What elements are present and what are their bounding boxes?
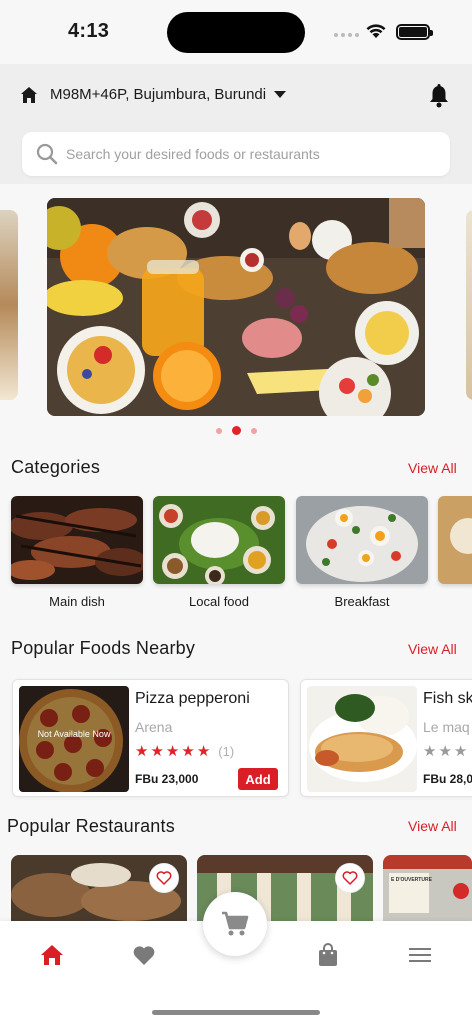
food-price: FBu 23,000 (135, 772, 199, 786)
banner-carousel[interactable] (0, 198, 472, 416)
category-image (438, 496, 472, 584)
popular-restaurants-title: Popular Restaurants (7, 816, 175, 836)
category-main-dish[interactable]: Main dish (11, 496, 143, 609)
category-image (296, 496, 428, 584)
food-price: FBu 28,00 (423, 772, 472, 786)
star-icon: ★ (438, 743, 452, 760)
category-image (153, 496, 285, 584)
category-next[interactable] (438, 496, 472, 584)
nav-menu[interactable] (406, 941, 434, 969)
dynamic-island (167, 12, 305, 53)
food-card-pizza-pepperoni[interactable]: Not Available Now Pizza pepperoni Arena … (12, 679, 289, 797)
bell-icon[interactable] (428, 84, 450, 108)
star-icon: ★ (150, 743, 164, 760)
banner-prev-image[interactable] (0, 210, 18, 400)
cart-button[interactable] (203, 892, 267, 956)
not-available-overlay: Not Available Now (19, 686, 129, 792)
category-label: Local food (189, 594, 249, 609)
star-icon: ★ (181, 743, 195, 760)
header: M98M+46P, Bujumbura, Burundi (0, 64, 472, 184)
food-image (307, 686, 417, 792)
categories-title: Categories (11, 457, 101, 477)
star-icon: ★ (423, 743, 437, 760)
carousel-dot-active[interactable] (231, 426, 241, 435)
star-icon: ★ (135, 743, 149, 760)
star-icon: ★ (196, 743, 211, 760)
popular-foods-view-all-link[interactable]: View All (408, 641, 457, 657)
cart-icon (222, 911, 249, 936)
location-text: M98M+46P, Bujumbura, Burundi (50, 86, 267, 103)
battery-icon (396, 24, 433, 40)
star-icon: ★ (453, 743, 468, 760)
categories-view-all-link[interactable]: View All (408, 460, 457, 476)
search-bar[interactable] (22, 132, 450, 176)
rating-count: (1) (218, 744, 235, 759)
category-label: Main dish (49, 594, 105, 609)
heart-icon (133, 946, 155, 965)
popular-foods-title: Popular Foods Nearby (11, 638, 196, 658)
favorite-button[interactable] (335, 863, 365, 893)
banner-image-breakfast[interactable] (47, 198, 425, 416)
status-time: 4:13 (68, 20, 110, 42)
food-image: Not Available Now (19, 686, 129, 792)
rating-stars: ★ ★ ★ (423, 744, 467, 759)
category-image (11, 496, 143, 584)
carousel-indicator (0, 426, 472, 435)
rating-stars: ★ ★ ★ ★ ★ (1) (135, 744, 234, 759)
restaurant-sign-text: E D'OUVERTURE (391, 877, 432, 883)
home-indicator (152, 1010, 320, 1015)
category-breakfast[interactable]: Breakfast (296, 496, 428, 609)
caret-down-icon (274, 91, 287, 98)
banner-next-image[interactable] (466, 210, 472, 400)
star-icon: ★ (165, 743, 180, 760)
restaurant-card[interactable]: E D'OUVERTURE (383, 855, 472, 925)
signal-icon (334, 33, 359, 37)
food-name: Pizza pepperoni (135, 690, 250, 707)
food-card-fish[interactable]: Fish sk Le maq ★ ★ ★ FBu 28,00 (300, 679, 472, 797)
add-to-cart-button[interactable]: Add (238, 768, 278, 790)
heart-outline-icon (156, 871, 172, 885)
search-input[interactable] (66, 132, 436, 176)
favorite-button[interactable] (149, 863, 179, 893)
carousel-dot[interactable] (215, 427, 222, 434)
food-restaurant: Le maq (423, 719, 470, 735)
status-bar: 4:13 (0, 0, 472, 64)
carousel-dot[interactable] (250, 427, 257, 434)
restaurant-card[interactable] (11, 855, 187, 925)
bag-icon (319, 943, 337, 966)
category-local-food[interactable]: Local food (153, 496, 285, 609)
menu-icon (409, 948, 431, 962)
nav-orders[interactable] (314, 941, 342, 969)
heart-outline-icon (342, 871, 358, 885)
nav-home[interactable] (38, 941, 66, 969)
food-name: Fish sk (423, 690, 472, 707)
search-icon (36, 143, 58, 165)
home-icon (21, 87, 37, 103)
category-label: Breakfast (334, 594, 390, 609)
nav-favorites[interactable] (130, 941, 158, 969)
popular-restaurants-view-all-link[interactable]: View All (408, 818, 457, 834)
location-selector[interactable]: M98M+46P, Bujumbura, Burundi (50, 86, 287, 103)
food-restaurant: Arena (135, 719, 173, 735)
wifi-icon (366, 24, 386, 38)
home-icon (41, 945, 63, 965)
